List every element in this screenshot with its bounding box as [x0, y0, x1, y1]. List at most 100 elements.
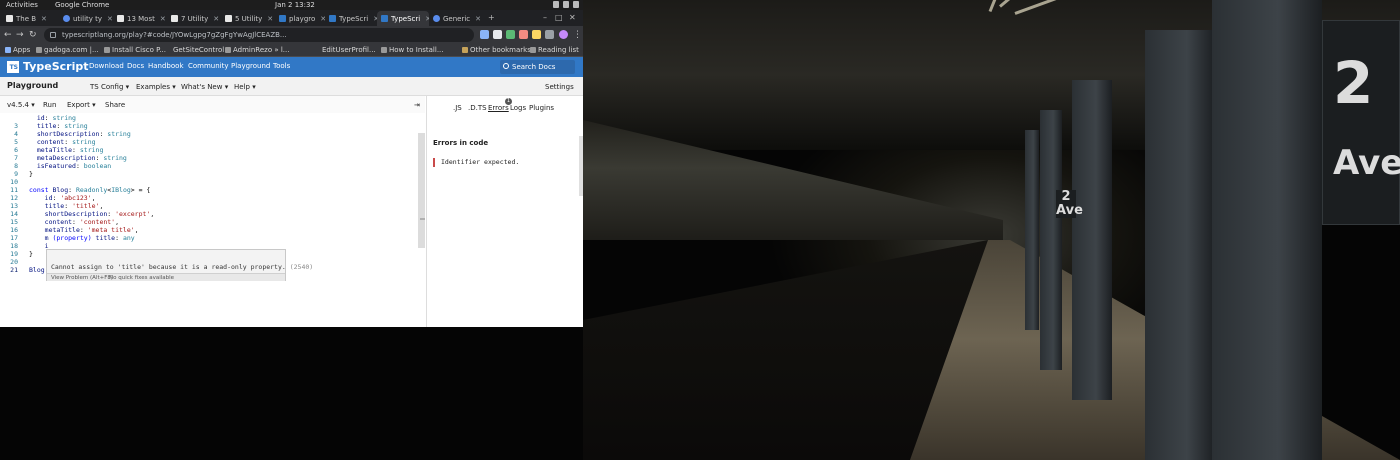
station-sign: 2 Ave [1322, 20, 1400, 225]
line-number: 21 [10, 266, 18, 274]
ts-logo-icon[interactable]: TS [7, 61, 19, 73]
extension-icon[interactable] [506, 30, 515, 39]
bookmark-apps[interactable]: Apps [5, 46, 30, 54]
view-problem-link[interactable]: View Problem (Alt+F8) [51, 274, 113, 282]
sidebar-scrollbar[interactable] [579, 136, 583, 196]
errors-heading: Errors in code [433, 139, 489, 147]
bookmark[interactable]: EditUserProfil... [322, 46, 376, 54]
minimize-icon[interactable]: – [543, 13, 547, 22]
menu-label: Help [234, 83, 250, 91]
tab-title: TypeScri [391, 14, 421, 23]
browser-tab[interactable]: utility ty ✕ [59, 11, 113, 26]
line-number: 10 [10, 178, 18, 186]
maximize-icon[interactable]: □ [555, 13, 563, 22]
address-bar[interactable]: typescriptlang.org/play?#code/JYOwLgpg7g… [44, 28, 474, 42]
browser-tab[interactable]: 13 Most ✕ [113, 11, 167, 26]
nav-download[interactable]: Download [89, 62, 124, 70]
bookmark[interactable]: AdminRezo » l... [225, 46, 289, 54]
nav-docs[interactable]: Docs [127, 62, 144, 70]
browser-tab[interactable]: Generic ✕ [429, 11, 483, 26]
settings-button[interactable]: Settings [545, 83, 574, 91]
tab-logs[interactable]: Logs [510, 104, 526, 112]
dev-icon [225, 15, 232, 22]
close-window-icon[interactable]: ✕ [569, 13, 576, 22]
browser-tab[interactable]: The B ✕ [2, 11, 59, 26]
tab-title: playgro [289, 14, 316, 23]
export-menu[interactable]: Export ▾ [67, 101, 96, 109]
tab-strip: The B ✕ utility ty ✕ 13 Most ✕ 7 Utility ✕ 5… [0, 10, 583, 26]
extension-icon[interactable] [532, 30, 541, 39]
app-menu[interactable]: Google Chrome [55, 0, 109, 10]
share-button[interactable]: Share [105, 101, 125, 109]
station-small-sign: 2 Ave [1056, 189, 1083, 218]
version-select[interactable]: v4.5.4 ▾ [7, 101, 35, 109]
hover-actions: View Problem (Alt+F8) No quick fixes ava… [47, 273, 285, 281]
nav-handbook[interactable]: Handbook [148, 62, 184, 70]
editor-scrollbar[interactable] [418, 133, 425, 248]
nav-playground[interactable]: Playground [231, 62, 270, 70]
close-icon[interactable]: ✕ [160, 15, 166, 23]
bookmark[interactable]: Install Cisco P... [104, 46, 166, 54]
tab-js[interactable]: .JS [453, 104, 462, 112]
whats-new-menu[interactable]: What's New ▾ [181, 83, 228, 91]
toolbar: ← → ↻ typescriptlang.org/play?#code/JYOw… [0, 26, 583, 44]
site-name[interactable]: TypeScript [23, 60, 88, 73]
browser-window: The B ✕ utility ty ✕ 13 Most ✕ 7 Utility ✕ 5… [0, 10, 583, 327]
browser-tab[interactable]: playgro ✕ [275, 11, 325, 26]
line-number: 9 [14, 170, 18, 178]
error-item[interactable]: Identifier expected. [433, 158, 519, 167]
activities-button[interactable]: Activities [6, 0, 38, 10]
extension-icon[interactable] [493, 30, 502, 39]
station-sign-text: Ave [1333, 143, 1400, 183]
browser-tab-active[interactable]: TypeScri ✕ [377, 11, 429, 26]
nav-community[interactable]: Community [188, 62, 229, 70]
menu-icon[interactable]: ⋮ [573, 29, 582, 41]
reading-list[interactable]: Reading list [530, 46, 579, 54]
code-line: m (property) title: any [29, 234, 135, 242]
help-menu[interactable]: Help ▾ [234, 83, 256, 91]
playground-title: Playground [7, 81, 59, 90]
wallpaper-pillar [1212, 0, 1322, 460]
system-tray[interactable] [553, 1, 579, 8]
profile-avatar[interactable] [559, 30, 568, 39]
bookmark[interactable]: How to Install... [381, 46, 444, 54]
nav-tools[interactable]: Tools [273, 62, 290, 70]
close-icon[interactable]: ✕ [107, 15, 113, 23]
code-editor[interactable]: id: string 3 title: string 4 shortDescript… [0, 113, 425, 327]
google-icon [433, 15, 440, 22]
search-docs-button[interactable]: Search Docs [500, 60, 575, 74]
tab-title: 7 Utility [181, 14, 209, 23]
collapse-sidebar-icon[interactable]: ⇥ [414, 101, 420, 109]
forward-icon[interactable]: → [16, 29, 24, 41]
tab-plugins[interactable]: Plugins [529, 104, 554, 112]
hover-tooltip: Cannot assign to 'title' because it is a… [46, 249, 313, 281]
code-line: } [29, 250, 33, 258]
tab-errors[interactable]: Errors [488, 104, 509, 112]
extension-icon[interactable] [519, 30, 528, 39]
browser-tab[interactable]: 7 Utility ✕ [167, 11, 221, 26]
code-line: const Blog: Readonly<IBlog> = { [29, 186, 151, 194]
clock[interactable]: Jan 2 13:32 [275, 0, 315, 10]
other-bookmarks[interactable]: Other bookmarks [462, 46, 531, 54]
code-line: shortDescription: 'excerpt', [29, 210, 155, 218]
bookmark[interactable]: gadoga.com |... [36, 46, 99, 54]
close-icon[interactable]: ✕ [267, 15, 273, 23]
back-icon[interactable]: ← [4, 29, 12, 41]
close-icon[interactable]: ✕ [41, 15, 47, 23]
close-icon[interactable]: ✕ [475, 15, 481, 23]
bookmark-label: Install Cisco P... [112, 46, 166, 54]
examples-menu[interactable]: Examples ▾ [136, 83, 176, 91]
ts-config-menu[interactable]: TS Config ▾ [90, 83, 129, 91]
close-icon[interactable]: ✕ [213, 15, 219, 23]
browser-tab[interactable]: TypeScri ✕ [325, 11, 377, 26]
tab-dts[interactable]: .D.TS [468, 104, 487, 112]
run-button[interactable]: Run [43, 101, 56, 109]
bookmark[interactable]: GetSiteControl [173, 46, 224, 54]
new-tab-button[interactable]: + [488, 13, 495, 22]
reload-icon[interactable]: ↻ [29, 29, 37, 41]
browser-tab[interactable]: 5 Utility ✕ [221, 11, 275, 26]
extension-icon[interactable] [480, 30, 489, 39]
code-line: metaDescription: string [29, 154, 127, 162]
puzzle-icon[interactable] [545, 30, 554, 39]
dev-icon [171, 15, 178, 22]
